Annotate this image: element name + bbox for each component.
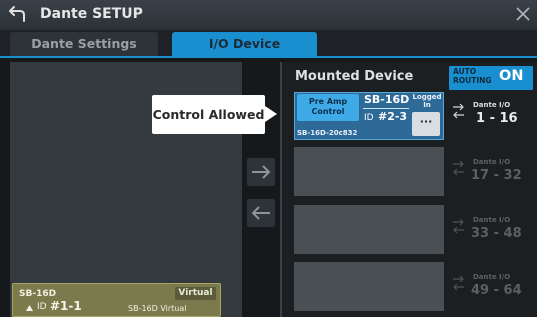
back-icon[interactable] <box>9 5 27 23</box>
range-label: Dante I/O <box>473 273 511 281</box>
swap-arrows-icon <box>453 218 464 234</box>
mounted-slot-2[interactable] <box>294 147 444 196</box>
unmount-button[interactable] <box>247 199 275 227</box>
tab-underline <box>0 56 537 58</box>
close-icon[interactable] <box>516 7 530 21</box>
mounted-slot-4[interactable] <box>294 262 444 311</box>
swap-arrows-icon <box>453 103 464 119</box>
range-label: Dante I/O <box>473 101 511 109</box>
auto-routing-value: ON <box>499 68 524 84</box>
auto-routing-label: AUTO ROUTING <box>453 67 492 85</box>
range-value: 1 - 16 <box>476 111 518 126</box>
preamp-control-button[interactable]: Pre Amp Control <box>297 94 359 121</box>
range-label: Dante I/O <box>473 158 511 166</box>
range-value: 49 - 64 <box>471 283 522 298</box>
slot-model: SB-16D <box>364 93 410 106</box>
swap-arrows-icon <box>453 160 464 176</box>
device-model: SB-16D Virtual <box>128 304 187 313</box>
triangle-up-icon <box>26 305 33 311</box>
range-value: 17 - 32 <box>471 168 522 183</box>
slot-device-name: SB-16D-20c832 <box>297 129 358 137</box>
page-title: Dante SETUP <box>40 6 143 22</box>
arrow-right-icon <box>252 165 271 179</box>
mounted-slot-3[interactable] <box>294 205 444 254</box>
virtual-badge: Virtual <box>175 287 216 300</box>
divider <box>363 108 409 109</box>
mount-button[interactable] <box>247 158 275 186</box>
more-button[interactable]: ··· <box>412 112 440 136</box>
device-name: SB-16D <box>19 289 57 299</box>
login-status: Logged In <box>412 93 442 109</box>
arrow-left-icon <box>251 206 270 220</box>
control-allowed-callout: Control Allowed <box>152 95 265 134</box>
swap-arrows-icon <box>453 275 464 291</box>
device-id-label: ID <box>37 302 47 312</box>
mounted-device-title: Mounted Device <box>295 69 414 84</box>
range-label: Dante I/O <box>473 216 511 224</box>
slot-id-label: ID <box>364 113 374 123</box>
device-id-value: #1-1 <box>50 299 82 313</box>
range-value: 33 - 48 <box>471 226 522 241</box>
callout-pointer <box>265 106 277 122</box>
tab-dante-settings[interactable]: Dante Settings <box>10 32 158 56</box>
slot-id-value: #2-3 <box>378 110 408 123</box>
tab-io-device[interactable]: I/O Device <box>172 32 317 56</box>
